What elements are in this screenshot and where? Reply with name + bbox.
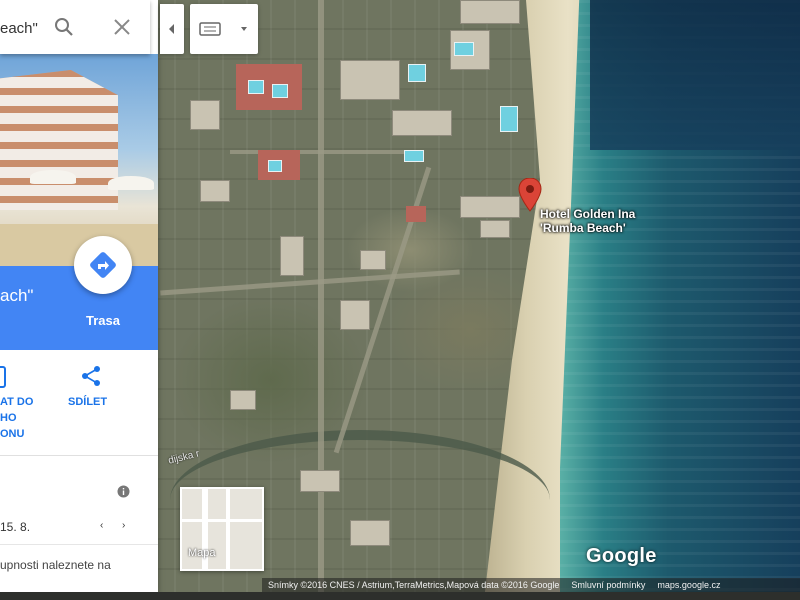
map-building [340,60,400,100]
map-building [406,206,426,222]
input-tools-button[interactable] [190,4,258,54]
search-icon[interactable] [54,17,74,37]
map-building [350,520,390,546]
info-section: 15. 8. ‹ › upnosti naleznete na [0,456,158,592]
close-icon[interactable] [112,17,132,37]
attribution-text: Snímky ©2016 CNES / Astrium,TerraMetrics… [268,580,560,590]
action-bar: AT DO HO ONU SDÍLET [0,350,158,456]
map-road [230,150,410,154]
send-to-phone-button[interactable]: AT DO HO ONU [0,394,33,442]
share-icon[interactable] [80,365,102,387]
minimap-label: Mapa [188,547,216,559]
date-value: 15. 8. [0,520,31,534]
search-box[interactable]: each" [0,0,150,54]
share-button[interactable]: SDÍLET [68,396,107,408]
map-building [280,236,304,276]
map-building [200,180,230,202]
map-building [480,220,510,238]
map-road [318,0,324,600]
map-building [460,0,520,24]
directions-button[interactable] [74,236,132,294]
map-pool [268,160,282,172]
map-view-toggle[interactable]: Mapa [180,487,264,571]
map-building [392,110,452,136]
map-building [340,300,370,330]
map-building [190,100,220,130]
map-building [360,250,386,270]
place-photo[interactable] [0,54,158,266]
map-building [300,470,340,492]
collapse-panel-button[interactable] [160,4,184,54]
more-info-text: upnosti naleznete na [0,558,111,572]
map-place-label[interactable]: Hotel Golden Ina 'Rumba Beach' [540,207,635,235]
map-building [230,390,256,410]
map-pin-icon[interactable] [518,178,542,212]
send-to-phone-icon[interactable] [0,366,6,388]
minimap-road [226,489,230,569]
map-building [236,64,302,110]
directions-icon [90,252,116,278]
info-icon[interactable] [117,485,130,498]
search-input[interactable]: each" [0,20,38,37]
beach-umbrella [30,170,76,184]
terms-link[interactable]: Smluvní podmínky [565,580,651,590]
map-pool [404,150,424,162]
place-title: ach" [0,286,34,305]
divider [0,544,158,545]
minimap-road [182,519,262,522]
keyboard-icon [199,22,247,36]
map-pool [248,80,264,94]
map-building [460,196,520,218]
attribution-bar: Snímky ©2016 CNES / Astrium,TerraMetrics… [262,578,800,592]
bottom-strip [0,592,800,600]
google-logo: Google [586,545,657,567]
next-date-button[interactable]: › [122,520,132,532]
map-pool [500,106,518,132]
hotel-building-image [0,70,118,210]
map-pool [272,84,288,98]
beach-umbrella [108,176,154,190]
map-deep-sea [590,0,800,150]
map-pool [454,42,474,56]
maps-url-link[interactable]: maps.google.cz [651,580,726,590]
prev-date-button[interactable]: ‹ [100,520,110,532]
map-pool [408,64,426,82]
place-panel: each" ach" AT DO HO ONU SDÍLET 15. 8. ‹ … [0,0,158,592]
directions-label[interactable]: Trasa [86,313,120,328]
chevron-left-icon [169,24,174,34]
